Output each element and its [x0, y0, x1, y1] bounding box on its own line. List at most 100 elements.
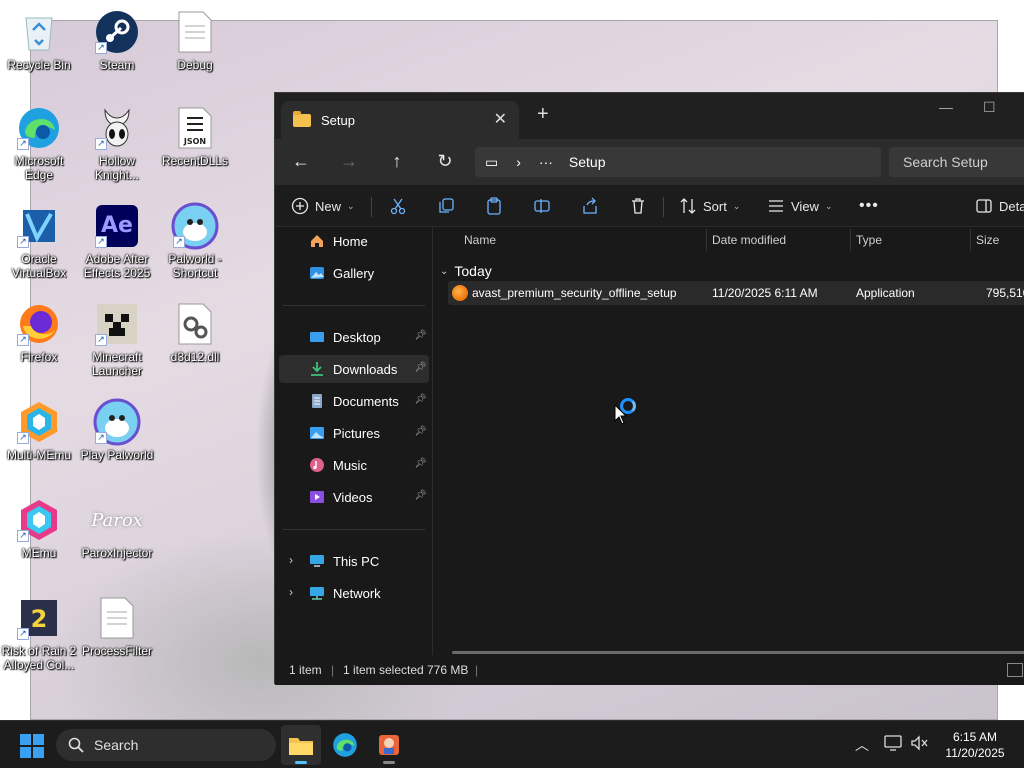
up-button[interactable]: ↑	[383, 149, 411, 173]
steam-icon: ↗	[93, 8, 141, 56]
desktop-icon-memu[interactable]: ↗ MEmu	[0, 496, 78, 560]
more-options-button[interactable]: •••	[859, 193, 879, 219]
more-locations-icon[interactable]: ···	[539, 154, 553, 170]
pin-icon[interactable]: 📌︎	[414, 394, 427, 405]
desktop-icon-hollow-knight[interactable]: ↗ Hollow Knight...	[78, 104, 156, 182]
column-header-type[interactable]: Type	[856, 233, 882, 247]
group-header-today[interactable]: ⌄ Today	[440, 263, 492, 279]
pin-icon[interactable]: 📌︎	[414, 458, 427, 469]
file-list[interactable]: Name Date modified Type Size ⌄ Today ava…	[434, 227, 1024, 655]
desktop-icon-after-effects[interactable]: Ae ↗ Adobe After Effects 2025	[78, 202, 156, 280]
pin-icon[interactable]: 📌︎	[414, 330, 427, 341]
breadcrumb-setup[interactable]: Setup	[569, 154, 606, 170]
desktop-icon-label: RecentDLLs	[161, 154, 229, 168]
column-divider[interactable]	[850, 229, 851, 251]
details-view-toggle[interactable]	[1007, 663, 1023, 677]
desktop-icon-debug[interactable]: Debug	[156, 8, 234, 72]
nav-item-music[interactable]: Music 📌︎	[279, 451, 429, 479]
nav-item-desktop[interactable]: Desktop 📌︎	[279, 323, 429, 351]
nav-item-this-pc[interactable]: › This PC	[279, 547, 429, 575]
desktop-icon-palworld-shortcut[interactable]: ↗ Palworld - Shortcut	[156, 202, 234, 280]
desktop-icon-label: Oracle VirtualBox	[11, 252, 67, 280]
nav-item-pictures[interactable]: Pictures 📌︎	[279, 419, 429, 447]
column-header-name[interactable]: Name	[464, 233, 496, 247]
nav-item-videos[interactable]: Videos 📌︎	[279, 483, 429, 511]
nav-item-downloads[interactable]: Downloads 📌︎	[279, 355, 429, 383]
shortcut-arrow-icon: ↗	[173, 236, 185, 248]
system-clock[interactable]: 6:15 AM 11/20/2025	[935, 729, 1015, 761]
title-bar[interactable]: Setup ✕ + — ☐	[275, 93, 1024, 139]
desktop-icon-risk-of-rain[interactable]: 2 ↗ Risk of Rain 2 Alloyed Col...	[0, 594, 78, 672]
nav-label: Documents	[333, 393, 399, 409]
installer-app-icon	[379, 735, 399, 755]
column-divider[interactable]	[970, 229, 971, 251]
pin-icon[interactable]: 📌︎	[414, 362, 427, 373]
running-indicator	[383, 761, 395, 764]
start-button[interactable]	[20, 734, 44, 758]
desktop-icon-virtualbox[interactable]: ↗ Oracle VirtualBox	[0, 202, 78, 280]
taskbar-app-installer[interactable]	[369, 725, 409, 765]
delete-button[interactable]	[629, 193, 647, 219]
minimize-button[interactable]: —	[939, 99, 953, 115]
back-button[interactable]: ←	[287, 149, 315, 173]
column-divider[interactable]	[706, 229, 707, 251]
cut-button[interactable]	[389, 193, 407, 219]
nav-item-gallery[interactable]: Gallery	[279, 259, 429, 287]
pin-icon[interactable]: 📌︎	[414, 490, 427, 501]
taskbar-search[interactable]: Search	[56, 729, 276, 761]
desktop-icon-recentdlls[interactable]: JSON RecentDLLs	[156, 104, 234, 168]
chevron-down-icon: ⌄	[440, 265, 449, 277]
details-pane-button[interactable]: Deta	[975, 193, 1024, 219]
view-button[interactable]: View ⌄	[767, 193, 833, 219]
display-icon[interactable]	[884, 735, 902, 754]
desktop-icon-edge[interactable]: ↗ Microsoft Edge	[0, 104, 78, 182]
chevron-down-icon: ⌄	[347, 200, 355, 211]
desktop-icon-steam[interactable]: ↗ Steam	[78, 8, 156, 72]
nav-item-network[interactable]: › Network	[279, 579, 429, 607]
share-button[interactable]	[581, 193, 599, 219]
shortcut-arrow-icon: ↗	[17, 138, 29, 150]
sort-icon	[680, 198, 696, 214]
desktop-icon-recycle-bin[interactable]: Recycle Bin	[0, 8, 78, 72]
maximize-button[interactable]: ☐	[983, 99, 996, 116]
nav-item-home[interactable]: Home	[279, 227, 429, 255]
desktop-icon-label: d3d12.dll	[170, 350, 220, 364]
address-bar[interactable]: ▭ › ··· Setup	[475, 147, 881, 177]
show-hidden-icons-button[interactable]: ︿	[855, 735, 869, 755]
horizontal-scrollbar[interactable]	[452, 651, 1024, 654]
chevron-right-icon[interactable]: ›	[289, 585, 293, 599]
file-explorer-window[interactable]: Setup ✕ + — ☐ ← → ↑ ↻ ▭ › ··· Setup Sear…	[274, 92, 1024, 685]
copy-button[interactable]	[437, 193, 455, 219]
paste-button[interactable]	[485, 193, 503, 219]
refresh-button[interactable]: ↻	[431, 149, 459, 173]
after-effects-icon: Ae ↗	[93, 202, 141, 250]
taskbar-edge[interactable]	[325, 725, 365, 765]
forward-button[interactable]: →	[335, 149, 363, 173]
desktop-icon-minecraft[interactable]: ↗ Minecraft Launcher	[78, 300, 156, 378]
column-header-date[interactable]: Date modified	[712, 233, 786, 247]
rename-button[interactable]	[533, 193, 551, 219]
desktop-icon-d3d12-dll[interactable]: d3d12.dll	[156, 300, 234, 364]
pin-icon[interactable]: 📌︎	[414, 426, 427, 437]
close-tab-icon[interactable]: ✕	[494, 109, 507, 129]
chevron-right-icon[interactable]: ›	[289, 553, 293, 567]
desktop-icon-multi-memu[interactable]: ↗ Multi-MEmu	[0, 398, 78, 462]
sort-button[interactable]: Sort ⌄	[679, 193, 740, 219]
new-label: New	[315, 198, 342, 214]
copy-icon	[439, 198, 454, 213]
new-tab-button[interactable]: +	[537, 103, 549, 126]
desktop-icon-play-palworld[interactable]: ↗ Play Palworld	[78, 398, 156, 462]
tab-setup[interactable]: Setup ✕	[281, 101, 519, 139]
volume-muted-icon[interactable]	[910, 735, 928, 754]
column-header-size[interactable]: Size	[976, 233, 999, 247]
desktop-icon-processfilter[interactable]: ProcessFilter	[78, 594, 156, 658]
desktop-icon-firefox[interactable]: ↗ Firefox	[0, 300, 78, 364]
desktop-icon-parox-injector[interactable]: Parox ParoxInjector	[78, 496, 156, 561]
search-input[interactable]: Search Setup	[889, 147, 1024, 177]
nav-item-documents[interactable]: Documents 📌︎	[279, 387, 429, 415]
status-bar: 1 item | 1 item selected 776 MB |	[275, 655, 1024, 685]
new-button[interactable]: New ⌄	[291, 193, 355, 219]
taskbar: Search ︿ 6:15 AM 11/20/2025	[0, 720, 1024, 768]
table-row[interactable]: avast_premium_security_offline_setup 11/…	[448, 281, 1024, 305]
taskbar-file-explorer[interactable]	[281, 725, 321, 765]
